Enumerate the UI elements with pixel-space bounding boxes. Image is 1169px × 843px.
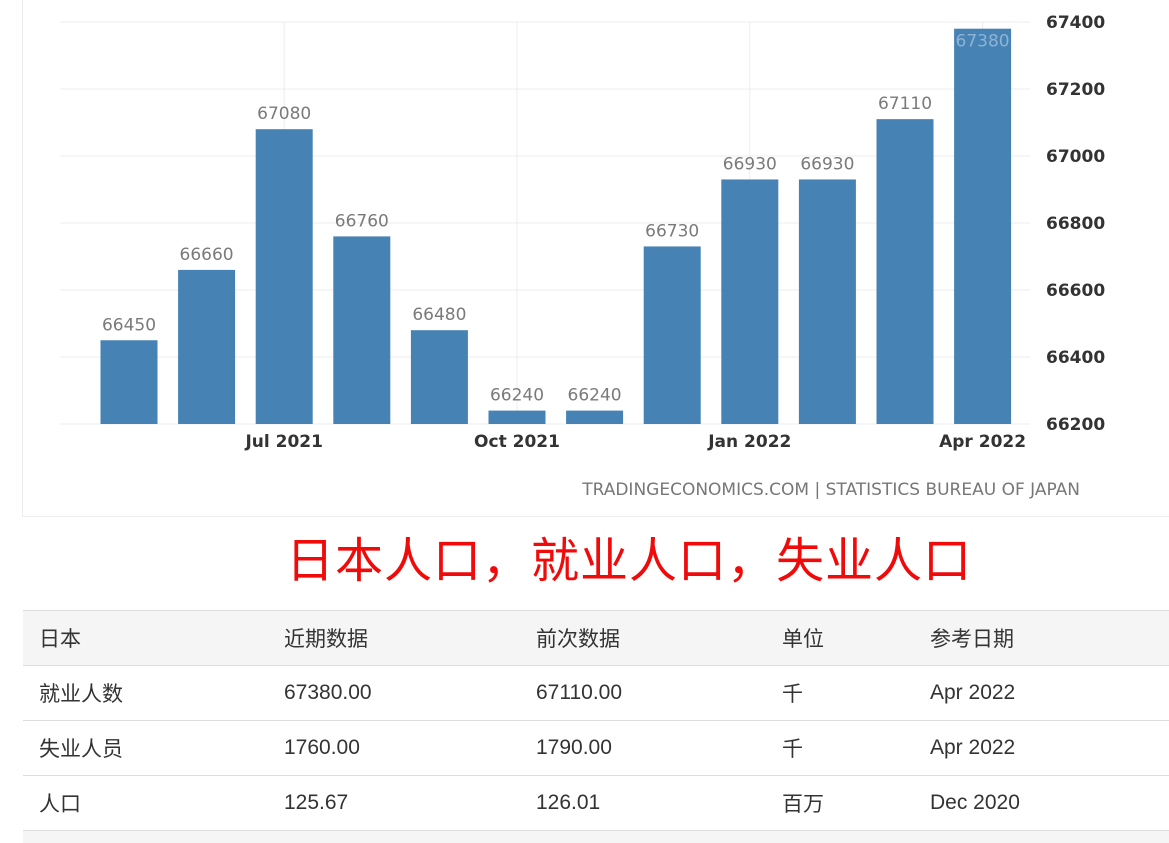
header-reference-date: 参考日期 [914, 610, 1169, 666]
row-unit: 千 [766, 665, 914, 721]
table-footer [23, 831, 1169, 843]
bar [255, 129, 313, 424]
x-tick-label: Oct 2021 [474, 432, 560, 452]
y-tick-label: 67200 [1046, 80, 1105, 100]
bar [488, 410, 546, 424]
bar [798, 179, 856, 424]
row-date: Dec 2020 [914, 775, 1169, 831]
row-unit: 千 [766, 720, 914, 776]
bar [178, 269, 236, 424]
page-caption: 日本人口，就业人口，失业人口 [285, 533, 972, 589]
table-row: 失业人员 1760.00 1790.00 千 Apr 2022 [23, 720, 1169, 776]
bar-value-label: 66240 [490, 386, 544, 406]
bar [410, 330, 468, 424]
header-latest: 近期数据 [268, 610, 520, 666]
table-row: 人口 125.67 126.01 百万 Dec 2020 [23, 775, 1169, 831]
y-tick-label: 66400 [1046, 348, 1105, 368]
row-name[interactable]: 失业人员 [23, 720, 268, 776]
bar [954, 28, 1012, 424]
bar [333, 236, 391, 424]
row-name[interactable]: 人口 [23, 775, 268, 831]
row-date: Apr 2022 [914, 720, 1169, 776]
bar-value-label: 66240 [568, 386, 622, 406]
bar-value-label: 67380 [956, 32, 1010, 52]
row-latest: 67380.00 [268, 665, 520, 721]
bar-value-label: 66450 [102, 315, 156, 335]
bar-value-label: 67080 [257, 104, 311, 124]
row-name[interactable]: 就业人数 [23, 665, 268, 721]
x-tick-label: Jul 2021 [244, 432, 323, 452]
bar-value-label: 66930 [800, 154, 854, 174]
header-country: 日本 [23, 610, 268, 666]
bar-value-label: 66730 [645, 221, 699, 241]
y-tick-label: 67000 [1046, 147, 1105, 167]
x-tick-label: Jan 2022 [707, 432, 791, 452]
y-tick-label: 67400 [1046, 13, 1105, 33]
row-previous: 1790.00 [520, 720, 766, 776]
chart-svg: 66450 66660 67080 66760 66480 66240 66240 66730… [60, 13, 1105, 500]
row-previous: 126.01 [520, 775, 766, 831]
header-previous: 前次数据 [520, 610, 766, 666]
table-header-row: 日本 近期数据 前次数据 单位 参考日期 [23, 610, 1169, 666]
bar [721, 179, 779, 424]
row-latest: 125.67 [268, 775, 520, 831]
row-date: Apr 2022 [914, 665, 1169, 721]
bar-value-label: 66480 [412, 305, 466, 325]
bar [643, 246, 701, 424]
bar-value-label: 66930 [723, 154, 777, 174]
y-tick-label: 66600 [1046, 281, 1105, 301]
bar [100, 340, 158, 424]
y-tick-label: 66200 [1046, 415, 1105, 435]
bar-value-label: 66760 [335, 211, 389, 231]
y-tick-label: 66800 [1046, 214, 1105, 234]
x-tick-label: Apr 2022 [939, 432, 1026, 452]
table-row: 就业人数 67380.00 67110.00 千 Apr 2022 [23, 665, 1169, 721]
row-latest: 1760.00 [268, 720, 520, 776]
data-table: 日本 近期数据 前次数据 单位 参考日期 就业人数 67380.00 67110… [23, 610, 1169, 831]
source-note: TRADINGECONOMICS.COM | STATISTICS BUREAU… [581, 480, 1080, 500]
bar-value-label: 66660 [180, 245, 234, 265]
bar [566, 410, 624, 424]
bar-chart: 66450 66660 67080 66760 66480 66240 66240 66730… [0, 0, 1169, 518]
row-previous: 67110.00 [520, 665, 766, 721]
row-unit: 百万 [766, 775, 914, 831]
bar [876, 119, 934, 425]
bar-value-label: 67110 [878, 94, 932, 114]
header-unit: 单位 [766, 610, 914, 666]
